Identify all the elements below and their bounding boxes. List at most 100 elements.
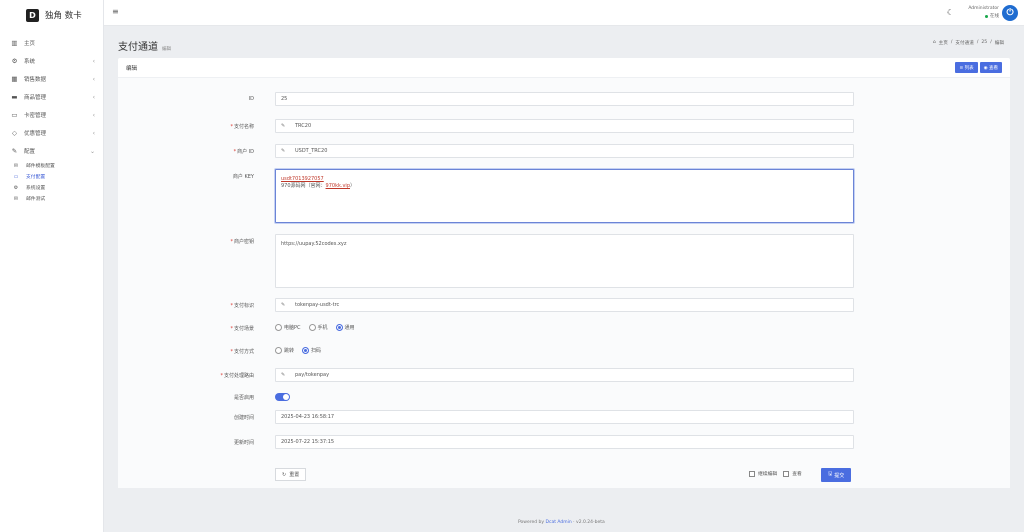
sidebar-subitem-mail-test[interactable]: ✉ 邮件测试 — [0, 193, 103, 204]
required-mark: * — [230, 326, 233, 332]
id-label: ID — [248, 96, 254, 102]
sidebar-nav: ▥ 主页 ⚙ 系统 ‹ ▦ 销售数据 ‹ ▬ 商品管理 ‹ ▭ 卡密管理 ‹ ◇… — [0, 34, 103, 204]
pay-handle-value: pay/tokenpay — [295, 372, 330, 378]
radio-label: 电脑PC — [284, 325, 301, 331]
sidebar-item-cards[interactable]: ▭ 卡密管理 ‹ — [0, 106, 103, 124]
pay-check-label: *支付标识 — [174, 302, 254, 309]
view-checkbox[interactable] — [783, 470, 790, 477]
diamond-icon: ◇ — [12, 129, 17, 137]
merchant-id-label: *商户 ID — [174, 148, 254, 155]
view-label: 查看 — [792, 472, 802, 477]
sidebar-item-sales[interactable]: ▦ 销售数据 ‹ — [0, 70, 103, 88]
sidebar-subitem-payment[interactable]: ▭ 支付配置 — [0, 171, 103, 182]
reset-button[interactable]: ↻ 重置 — [275, 468, 307, 481]
sidebar-subitem-label: 邮件模板配置 — [26, 164, 55, 169]
chevron-left-icon: ‹ — [92, 111, 95, 119]
pay-handle-label: *支付处理路由 — [174, 372, 254, 379]
avatar[interactable]: ⏻ — [1002, 5, 1018, 21]
chevron-left-icon: ‹ — [92, 75, 95, 83]
dcat-admin-link[interactable]: Dcat Admin — [546, 520, 572, 525]
pay-name-input[interactable]: ✎ TRC20 — [275, 119, 854, 133]
pencil-icon: ✎ — [281, 302, 286, 308]
pay-scene-option-mobile[interactable]: 手机 — [308, 324, 328, 331]
card-icon: ▭ — [11, 111, 18, 119]
radio-checked-icon[interactable] — [302, 347, 310, 354]
updated-label: 更新时间 — [233, 440, 254, 446]
reset-label: 重置 — [289, 472, 300, 478]
breadcrumb-separator: / — [976, 40, 979, 45]
pay-method-option-redirect[interactable]: 跳转 — [275, 347, 294, 354]
sidebar-item-label: 系统 — [24, 59, 36, 65]
merchant-key-textarea[interactable]: usdt7013927057 970源码网（官网：970kk.vip） — [275, 169, 854, 223]
submit-button[interactable]: 🖫 提交 — [821, 468, 852, 482]
envelope-icon: ✉ — [13, 195, 19, 202]
radio-label: 手机 — [317, 325, 328, 331]
updated-field: 2025-07-22 15:37:15 — [275, 435, 854, 449]
dark-mode-icon[interactable]: ☾ — [947, 8, 954, 17]
merchant-key-line2-prefix: 970源码网（官网： — [281, 183, 326, 189]
pay-method-option-scan[interactable]: 扫码 — [302, 347, 321, 354]
created-label: 创建时间 — [233, 415, 254, 421]
pay-scene-label-text: 支付场景 — [233, 326, 254, 332]
list-button[interactable]: ≡ 列表 — [955, 62, 978, 73]
sidebar-item-coupons[interactable]: ◇ 优惠管理 ‹ — [0, 124, 103, 142]
pay-scene-option-pc[interactable]: 电脑PC — [275, 324, 301, 331]
pay-method-radio-group: 跳转 扫码 — [275, 347, 325, 354]
required-mark: * — [220, 373, 223, 379]
merchant-secret-label: *商户密钥 — [174, 238, 254, 245]
radio-icon[interactable] — [275, 347, 282, 354]
store-icon: ▬ — [11, 93, 18, 101]
online-dot-icon — [985, 14, 988, 18]
breadcrumb-edit: 编辑 — [994, 41, 1004, 46]
chevron-left-icon: ‹ — [92, 129, 95, 137]
bar-chart-icon: ▥ — [11, 39, 18, 47]
pay-handle-label-text: 支付处理路由 — [223, 373, 254, 379]
merchant-id-input[interactable]: ✎ USDT_TRC20 — [275, 144, 854, 158]
chevron-left-icon: ‹ — [92, 93, 95, 101]
grid-icon: ▦ — [11, 75, 18, 83]
radio-label: 扫码 — [311, 348, 322, 354]
required-mark: * — [230, 239, 233, 245]
brand[interactable]: D 独角 数卡 — [0, 0, 103, 30]
page-title: 支付通道 — [118, 42, 158, 53]
menu-toggle-icon[interactable]: ≡ — [112, 7, 119, 16]
id-field: 25 — [275, 92, 854, 106]
pay-name-value: TRC20 — [295, 123, 312, 129]
sidebar-item-label: 商品管理 — [24, 95, 47, 101]
radio-checked-icon[interactable] — [335, 324, 343, 331]
edit-card: 编辑 ≡ 列表 ◉ 查看 ID 25 *支付名称 ✎ TRC20 *商户 ID … — [118, 58, 1010, 488]
is-open-toggle[interactable] — [275, 393, 290, 401]
user-name[interactable]: Administrator — [968, 6, 999, 11]
pay-name-label: *支付名称 — [174, 123, 254, 130]
breadcrumb-id[interactable]: 25 — [981, 40, 987, 46]
radio-icon[interactable] — [308, 324, 316, 331]
continue-edit-checkbox[interactable] — [749, 470, 755, 477]
sidebar-subitem-system-settings[interactable]: ⚙ 系统设置 — [0, 182, 103, 193]
topbar: ≡ ☾ Administrator 在线 ⏻ — [104, 0, 1024, 26]
pay-handle-input[interactable]: ✎ pay/tokenpay — [275, 368, 854, 382]
page-header: 支付通道 编辑 — [118, 38, 171, 53]
view-button[interactable]: ◉ 查看 — [979, 62, 1002, 73]
radio-label: 通用 — [344, 325, 355, 331]
sidebar-item-system[interactable]: ⚙ 系统 ‹ — [0, 52, 103, 70]
merchant-key-line1: usdt7013927057 — [281, 176, 324, 182]
pay-check-input[interactable]: ✎ tokenpay-usdt-trc — [275, 298, 854, 312]
sidebar-item-home[interactable]: ▥ 主页 — [0, 34, 103, 52]
radio-icon[interactable] — [275, 324, 282, 331]
breadcrumb-home[interactable]: 主页 — [939, 40, 948, 46]
sidebar-item-config[interactable]: ✎ 配置 ⌄ — [0, 142, 103, 160]
sidebar-item-goods[interactable]: ▬ 商品管理 ‹ — [0, 88, 103, 106]
required-mark: * — [233, 149, 237, 155]
merchant-secret-value: https://uupay.52codes.xyz — [281, 241, 347, 247]
sidebar-subitem-mail-template[interactable]: ✉ 邮件模板配置 — [0, 160, 103, 171]
sidebar-item-label: 优惠管理 — [24, 131, 47, 137]
is-open-label: 是否启用 — [233, 395, 254, 401]
form-body: ID 25 *支付名称 ✎ TRC20 *商户 ID ✎ USDT_TRC20 … — [118, 78, 1010, 488]
user-status: 在线 — [985, 13, 999, 19]
home-icon: ⌂ — [932, 40, 936, 45]
merchant-secret-textarea[interactable]: https://uupay.52codes.xyz — [275, 234, 854, 288]
breadcrumb-payment[interactable]: 支付通道 — [955, 40, 973, 46]
pay-scene-option-general[interactable]: 通用 — [335, 324, 355, 331]
sidebar-subitem-label: 邮件测试 — [26, 197, 46, 202]
merchant-id-value: USDT_TRC20 — [295, 148, 328, 154]
